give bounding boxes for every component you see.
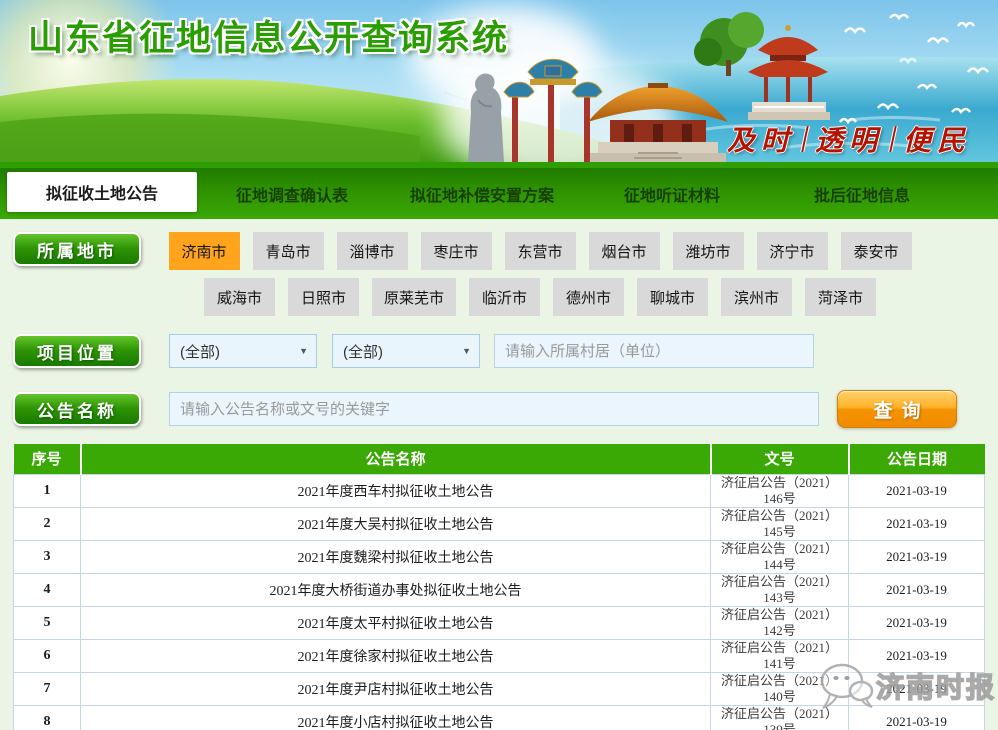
table-row[interactable]: 52021年度太平村拟征收土地公告济征启公告（2021）142号2021-03-… <box>14 606 985 639</box>
doc-number: 济征启公告（2021）139号 <box>711 705 849 730</box>
district-select[interactable]: (全部) ▼ <box>169 334 317 368</box>
nav-tab[interactable]: 拟征地补偿安置方案 <box>387 168 577 219</box>
city-button[interactable]: 滨州市 <box>721 278 792 316</box>
notice-date: 2021-03-19 <box>849 540 985 573</box>
table-column-header: 文号 <box>711 444 849 474</box>
table-row[interactable]: 42021年度大桥街道办事处拟征收土地公告济征启公告（2021）143号2021… <box>14 573 985 606</box>
notice-date: 2021-03-19 <box>849 606 985 639</box>
row-number: 5 <box>14 606 81 639</box>
table-row[interactable]: 32021年度魏梁村拟征收土地公告济征启公告（2021）144号2021-03-… <box>14 540 985 573</box>
table-header-row: 序号公告名称文号公告日期 <box>14 444 985 474</box>
doc-number: 济征启公告（2021）140号 <box>711 672 849 705</box>
doc-number: 济征启公告（2021）146号 <box>711 474 849 507</box>
keyword-input[interactable] <box>169 392 819 426</box>
row-number: 1 <box>14 474 81 507</box>
table-column-header: 公告名称 <box>81 444 711 474</box>
city-button[interactable]: 烟台市 <box>589 232 660 270</box>
notice-date: 2021-03-19 <box>849 573 985 606</box>
notice-title-link[interactable]: 2021年度小店村拟征收土地公告 <box>81 705 711 730</box>
city-button[interactable]: 济南市 <box>169 232 240 270</box>
street-select-value: (全部) <box>343 341 383 362</box>
table-row[interactable]: 82021年度小店村拟征收土地公告济征启公告（2021）139号2021-03-… <box>14 705 985 730</box>
city-button[interactable]: 临沂市 <box>469 278 540 316</box>
street-select[interactable]: (全部) ▼ <box>332 334 480 368</box>
city-button[interactable]: 淄博市 <box>337 232 408 270</box>
village-input[interactable] <box>494 334 814 368</box>
city-button[interactable]: 泰安市 <box>841 232 912 270</box>
city-button[interactable]: 济宁市 <box>757 232 828 270</box>
notice-filter-label: 公告名称 <box>13 392 141 426</box>
doc-number: 济征启公告（2021）143号 <box>711 573 849 606</box>
table-body: 12021年度西车村拟征收土地公告济征启公告（2021）146号2021-03-… <box>14 474 985 730</box>
chevron-down-icon: ▼ <box>299 346 308 356</box>
main-nav: 拟征收土地公告征地调查确认表拟征地补偿安置方案征地听证材料批后征地信息 <box>0 168 998 219</box>
notice-title-link[interactable]: 2021年度太平村拟征收土地公告 <box>81 606 711 639</box>
table-row[interactable]: 22021年度大吴村拟征收土地公告济征启公告（2021）145号2021-03-… <box>14 507 985 540</box>
chevron-down-icon: ▼ <box>462 346 471 356</box>
notice-date: 2021-03-19 <box>849 705 985 730</box>
main-area: 所属地市 济南市青岛市淄博市枣庄市东营市烟台市潍坊市济宁市泰安市威海市日照市原莱… <box>0 219 998 730</box>
notice-date: 2021-03-19 <box>849 474 985 507</box>
doc-number: 济征启公告（2021）144号 <box>711 540 849 573</box>
slogan-divider <box>889 126 897 152</box>
row-number: 6 <box>14 639 81 672</box>
city-filter-row: 所属地市 济南市青岛市淄博市枣庄市东营市烟台市潍坊市济宁市泰安市威海市日照市原莱… <box>0 232 998 316</box>
nav-tab[interactable]: 征地调查确认表 <box>197 168 387 219</box>
table-column-header: 公告日期 <box>849 444 985 474</box>
notice-table: 序号公告名称文号公告日期 12021年度西车村拟征收土地公告济征启公告（2021… <box>13 444 985 730</box>
city-button[interactable]: 日照市 <box>288 278 359 316</box>
slogan-word: 及时 <box>727 119 795 159</box>
banner-slogan: 及时 透明 便民 <box>718 119 980 159</box>
city-button[interactable]: 潍坊市 <box>673 232 744 270</box>
city-button[interactable]: 威海市 <box>204 278 275 316</box>
notice-title-link[interactable]: 2021年度大桥街道办事处拟征收土地公告 <box>81 573 711 606</box>
row-number: 3 <box>14 540 81 573</box>
notice-title-link[interactable]: 2021年度尹店村拟征收土地公告 <box>81 672 711 705</box>
site-title: 山东省征地信息公开查询系统 <box>28 10 509 61</box>
notice-filter-row: 公告名称 查询 <box>0 390 998 428</box>
city-button[interactable]: 德州市 <box>553 278 624 316</box>
nav-tab[interactable]: 拟征收土地公告 <box>7 172 197 212</box>
doc-number: 济征启公告（2021）142号 <box>711 606 849 639</box>
notice-title-link[interactable]: 2021年度大吴村拟征收土地公告 <box>81 507 711 540</box>
city-button[interactable]: 东营市 <box>505 232 576 270</box>
table-row[interactable]: 72021年度尹店村拟征收土地公告济征启公告（2021）140号2021-03-… <box>14 672 985 705</box>
row-number: 4 <box>14 573 81 606</box>
nav-tab[interactable]: 批后征地信息 <box>767 168 957 219</box>
notice-date: 2021-03-19 <box>849 507 985 540</box>
city-button[interactable]: 原莱芜市 <box>372 278 456 316</box>
slogan-word: 透明 <box>815 119 883 159</box>
city-button[interactable]: 聊城市 <box>637 278 708 316</box>
nav-tab[interactable]: 征地听证材料 <box>577 168 767 219</box>
table-column-header: 序号 <box>14 444 81 474</box>
row-number: 8 <box>14 705 81 730</box>
table-row[interactable]: 12021年度西车村拟征收土地公告济征启公告（2021）146号2021-03-… <box>14 474 985 507</box>
doc-number: 济征启公告（2021）141号 <box>711 639 849 672</box>
location-filter-label: 项目位置 <box>13 334 141 368</box>
location-filter-row: 项目位置 (全部) ▼ (全部) ▼ <box>0 334 998 368</box>
row-number: 2 <box>14 507 81 540</box>
notice-date: 2021-03-19 <box>849 639 985 672</box>
slogan-divider <box>801 126 809 152</box>
city-button-group: 济南市青岛市淄博市枣庄市东营市烟台市潍坊市济宁市泰安市威海市日照市原莱芜市临沂市… <box>155 232 925 316</box>
city-button[interactable]: 菏泽市 <box>805 278 876 316</box>
city-button[interactable]: 枣庄市 <box>421 232 492 270</box>
notice-title-link[interactable]: 2021年度西车村拟征收土地公告 <box>81 474 711 507</box>
notice-title-link[interactable]: 2021年度魏梁村拟征收土地公告 <box>81 540 711 573</box>
slogan-word: 便民 <box>903 119 971 159</box>
doc-number: 济征启公告（2021）145号 <box>711 507 849 540</box>
notice-title-link[interactable]: 2021年度徐家村拟征收土地公告 <box>81 639 711 672</box>
page: 山东省征地信息公开查询系统 及时 透明 便民 拟征收土地公告征地调查确认表拟征地… <box>0 0 998 730</box>
search-button[interactable]: 查询 <box>837 390 957 428</box>
city-filter-label: 所属地市 <box>13 232 141 266</box>
district-select-value: (全部) <box>180 341 220 362</box>
row-number: 7 <box>14 672 81 705</box>
banner: 山东省征地信息公开查询系统 及时 透明 便民 <box>0 0 998 162</box>
table-row[interactable]: 62021年度徐家村拟征收土地公告济征启公告（2021）141号2021-03-… <box>14 639 985 672</box>
notice-date: 2021-03-19 <box>849 672 985 705</box>
city-button[interactable]: 青岛市 <box>253 232 324 270</box>
